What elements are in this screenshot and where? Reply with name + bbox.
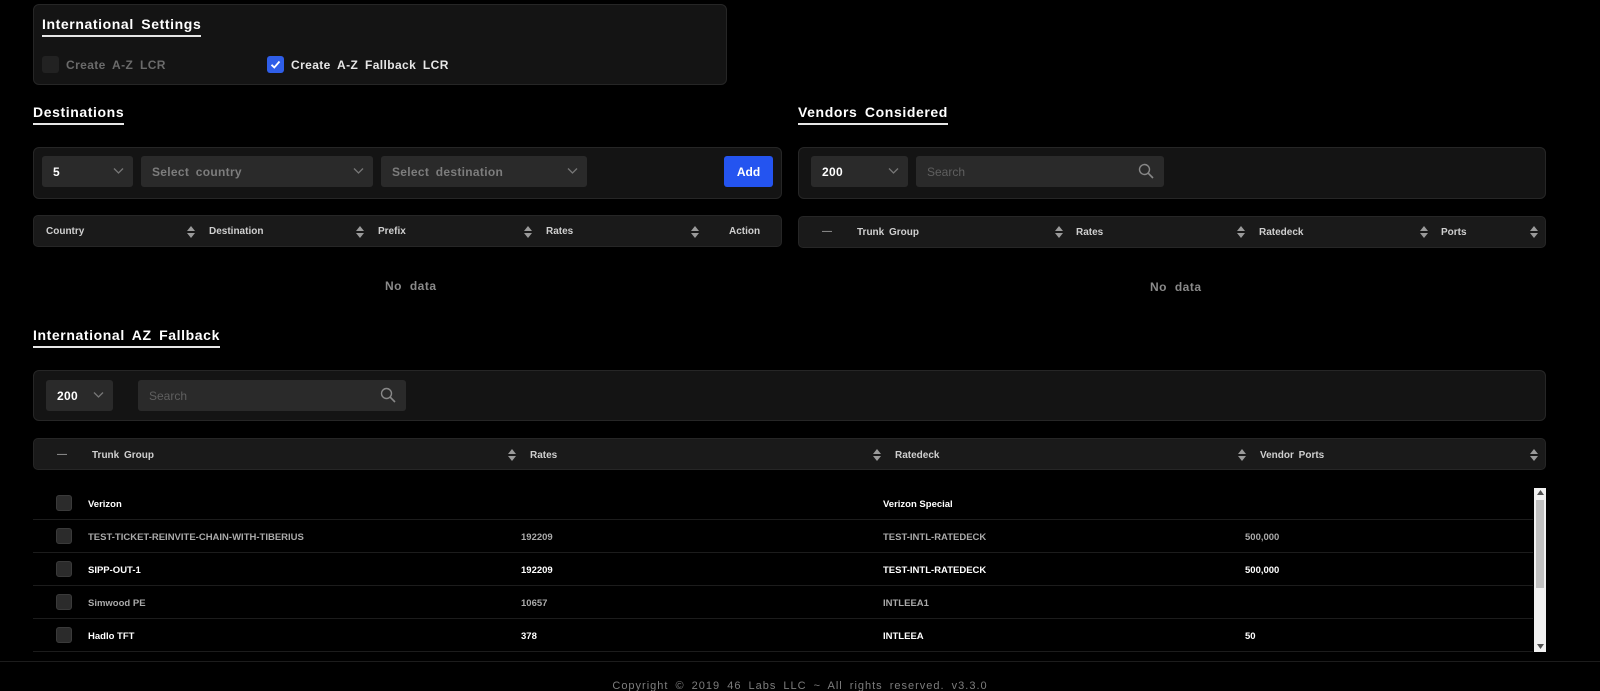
fallback-search-input[interactable] (138, 380, 406, 411)
search-icon[interactable] (1138, 163, 1154, 179)
vendors-page-size-select[interactable]: 200 (811, 156, 908, 187)
cell-rates: 378 (521, 631, 537, 642)
create-az-fallback-lcr-checkbox[interactable] (267, 56, 284, 73)
vendors-toolbar (798, 147, 1546, 199)
cell-trunk-group: SIPP-OUT-1 (88, 565, 141, 576)
table-row[interactable]: SIPP-OUT-1 192209 TEST-INTL-RATEDECK 500… (33, 553, 1533, 586)
destinations-title: Destinations (33, 104, 125, 125)
column-header-action: Action (729, 226, 761, 237)
sort-icon[interactable] (1237, 226, 1245, 238)
column-header-prefix[interactable]: Prefix (378, 226, 406, 237)
sort-icon[interactable] (691, 226, 699, 238)
table-row[interactable]: Hadlo TFT 378 INTLEEA 50 (33, 619, 1533, 652)
column-header-ratedeck[interactable]: Ratedeck (1259, 227, 1303, 238)
table-row[interactable]: TEST-TICKET-REINVITE-CHAIN-WITH-TIBERIUS… (33, 520, 1533, 553)
chevron-down-icon (93, 392, 104, 398)
chevron-down-icon (353, 168, 364, 174)
select-all-indicator[interactable]: — (822, 226, 832, 237)
column-header-rates[interactable]: Rates (530, 450, 557, 461)
cell-rates: 192209 (521, 565, 553, 576)
vendors-empty-state: No data (1150, 280, 1202, 294)
page-size-value: 200 (57, 389, 78, 403)
table-row[interactable]: Verizon Verizon Special (33, 487, 1533, 520)
scroll-up-arrow-icon[interactable] (1537, 490, 1544, 495)
cell-ratedeck: INTLEEA (883, 631, 924, 642)
create-az-fallback-lcr-label[interactable]: Create A-Z Fallback LCR (291, 58, 449, 72)
select-country-dropdown[interactable]: Select country (141, 156, 373, 187)
fallback-search[interactable] (138, 380, 406, 411)
sort-icon[interactable] (356, 226, 364, 238)
fallback-page-size-select[interactable]: 200 (46, 380, 113, 411)
cell-ratedeck: Verizon Special (883, 499, 953, 510)
cell-ratedeck: TEST-INTL-RATEDECK (883, 565, 987, 576)
column-header-trunk-group[interactable]: Trunk Group (857, 227, 919, 238)
sort-icon[interactable] (1238, 449, 1246, 461)
cell-vendor-ports: 500,000 (1245, 565, 1280, 576)
sort-icon[interactable] (1530, 449, 1538, 461)
international-settings-title: International Settings (42, 16, 202, 37)
sort-icon[interactable] (873, 449, 881, 461)
column-header-ports[interactable]: Ports (1441, 227, 1467, 238)
column-header-country[interactable]: Country (46, 226, 84, 237)
search-icon[interactable] (380, 387, 396, 403)
cell-vendor-ports: 50 (1245, 631, 1256, 642)
cell-vendor-ports: 500,000 (1245, 532, 1280, 543)
column-header-trunk-group[interactable]: Trunk Group (92, 450, 154, 461)
create-az-lcr-checkbox[interactable] (42, 56, 59, 73)
page-size-value: 5 (53, 165, 60, 179)
sort-icon[interactable] (187, 226, 195, 238)
scrollbar-thumb[interactable] (1536, 500, 1544, 588)
cell-rates: 10657 (521, 598, 548, 609)
column-header-vendor-ports[interactable]: Vendor Ports (1260, 450, 1324, 461)
column-header-rates[interactable]: Rates (1076, 227, 1103, 238)
vendors-considered-title: Vendors Considered (798, 104, 948, 125)
vendors-search-input[interactable] (916, 156, 1164, 187)
cell-rates: 192209 (521, 532, 553, 543)
select-all-indicator[interactable]: — (57, 449, 67, 460)
international-az-fallback-title: International AZ Fallback (33, 327, 220, 348)
select-destination-dropdown[interactable]: Select destination (381, 156, 587, 187)
row-checkbox[interactable] (56, 528, 72, 544)
cell-ratedeck: TEST-INTL-RATEDECK (883, 532, 987, 543)
cell-ratedeck: INTLEEA1 (883, 598, 929, 609)
row-checkbox[interactable] (56, 495, 72, 511)
destinations-table-header (33, 215, 782, 247)
cell-trunk-group: Hadlo TFT (88, 631, 135, 642)
cell-trunk-group: TEST-TICKET-REINVITE-CHAIN-WITH-TIBERIUS (88, 532, 304, 543)
footer-copyright: Copyright © 2019 46 Labs LLC ~ All right… (612, 680, 988, 691)
sort-icon[interactable] (1420, 226, 1428, 238)
footer-divider (0, 661, 1600, 662)
chevron-down-icon (888, 168, 899, 174)
column-header-destination[interactable]: Destination (209, 226, 263, 237)
chevron-down-icon (113, 168, 124, 174)
add-button[interactable]: Add (724, 156, 773, 187)
table-row[interactable]: Simwood PE 10657 INTLEEA1 (33, 586, 1533, 619)
sort-icon[interactable] (508, 449, 516, 461)
row-checkbox[interactable] (56, 627, 72, 643)
cell-trunk-group: Simwood PE (88, 598, 146, 609)
checkmark-icon (270, 60, 281, 69)
cell-trunk-group: Verizon (88, 499, 122, 510)
select-country-placeholder: Select country (152, 165, 242, 179)
column-header-rates[interactable]: Rates (546, 226, 573, 237)
vendors-search[interactable] (916, 156, 1164, 187)
destinations-page-size-select[interactable]: 5 (42, 156, 133, 187)
row-checkbox[interactable] (56, 594, 72, 610)
chevron-down-icon (567, 168, 578, 174)
scroll-down-arrow-icon[interactable] (1537, 644, 1544, 649)
column-header-ratedeck[interactable]: Ratedeck (895, 450, 939, 461)
sort-icon[interactable] (1530, 226, 1538, 238)
create-az-lcr-label[interactable]: Create A-Z LCR (66, 58, 166, 72)
select-destination-placeholder: Select destination (392, 165, 504, 179)
destinations-empty-state: No data (385, 279, 437, 293)
row-checkbox[interactable] (56, 561, 72, 577)
sort-icon[interactable] (524, 226, 532, 238)
page-size-value: 200 (822, 165, 843, 179)
sort-icon[interactable] (1055, 226, 1063, 238)
